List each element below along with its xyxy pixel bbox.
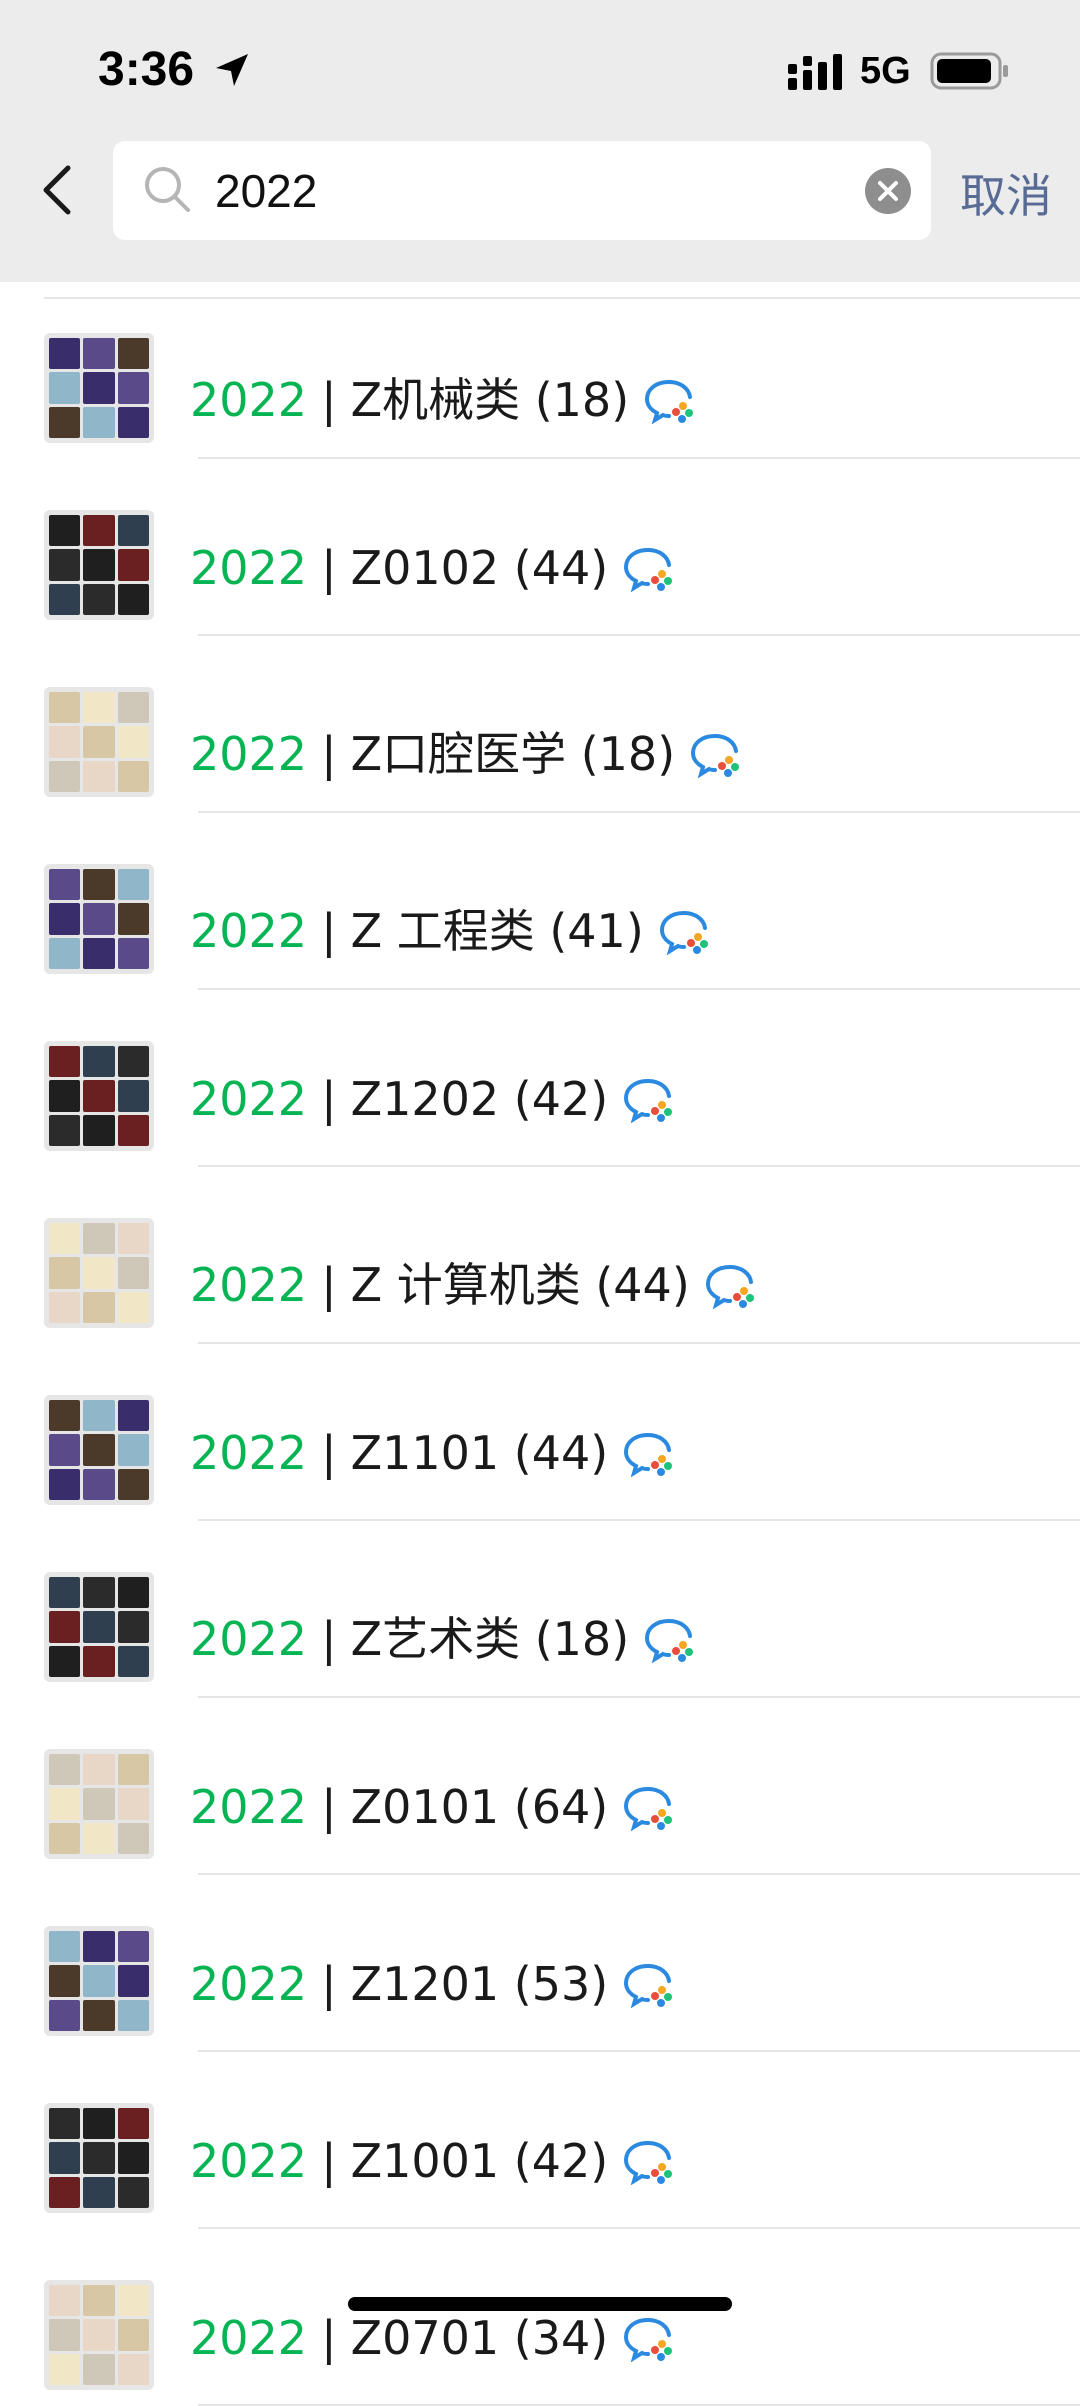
group-avatar (44, 864, 154, 974)
search-icon (145, 167, 190, 212)
wecom-icon (624, 1786, 673, 1831)
signal-icon (788, 54, 842, 90)
search-result-item[interactable]: 2022 | Z1202 (42) (0, 990, 1080, 1167)
title-separator: | (321, 1780, 337, 1834)
network-type: 5G (860, 50, 911, 92)
title-separator: | (321, 373, 337, 427)
result-title: 2022 | Z1001 (42) (190, 2134, 674, 2189)
result-title: 2022 | Z 计算机类 (44) (190, 1249, 756, 1315)
search-result-item[interactable]: 2022 | Z1101 (44) (0, 1344, 1080, 1521)
wecom-icon (624, 2317, 673, 2362)
wecom-icon (645, 379, 694, 424)
wecom-icon (624, 547, 673, 592)
query-highlight: 2022 (190, 1780, 308, 1834)
wecom-icon (705, 1264, 754, 1309)
result-title: 2022 | Z1201 (53) (190, 1957, 674, 2012)
search-box[interactable] (113, 141, 931, 240)
result-title: 2022 | Z0701 (34) (190, 2311, 674, 2366)
wecom-icon (659, 910, 708, 955)
search-result-item[interactable]: 2022 | Z 工程类 (41) (0, 813, 1080, 990)
wecom-icon (624, 2140, 673, 2185)
query-highlight: 2022 (190, 1258, 308, 1312)
search-result-item[interactable]: 2022 | Z 计算机类 (44) (0, 1167, 1080, 1344)
title-separator: | (321, 1072, 337, 1126)
result-title: 2022 | Z机械类 (18) (190, 364, 695, 430)
group-name: Z艺术类 (18) (350, 1612, 630, 1666)
title-separator: | (321, 2311, 337, 2365)
query-highlight: 2022 (190, 541, 308, 595)
query-highlight: 2022 (190, 2311, 308, 2365)
search-result-item[interactable]: 2022 | Z1201 (53) (0, 1875, 1080, 2052)
search-result-item[interactable]: 2022 | Z0701 (34) (0, 2229, 1080, 2406)
query-highlight: 2022 (190, 2134, 308, 2188)
group-name: Z1201 (53) (350, 1957, 609, 2011)
title-separator: | (321, 904, 337, 958)
search-result-item[interactable]: 2022 | Z1001 (42) (0, 2052, 1080, 2229)
query-highlight: 2022 (190, 1612, 308, 1666)
search-result-item[interactable]: 2022 | Z艺术类 (18) (0, 1521, 1080, 1698)
top-bar: 3:36 5G 取消 (0, 0, 1080, 282)
result-title: 2022 | Z口腔医学 (18) (190, 718, 741, 784)
group-avatar (44, 687, 154, 797)
search-result-item[interactable]: 2022 | Z机械类 (18) (0, 282, 1080, 459)
wecom-icon (624, 1963, 673, 2008)
group-avatar (44, 1395, 154, 1505)
back-button[interactable] (30, 150, 86, 230)
title-separator: | (321, 541, 337, 595)
group-avatar (44, 1041, 154, 1151)
group-name: Z1101 (44) (350, 1426, 609, 1480)
group-name: Z 工程类 (41) (350, 904, 644, 958)
query-highlight: 2022 (190, 373, 308, 427)
group-avatar (44, 2280, 154, 2390)
group-avatar (44, 2103, 154, 2213)
query-highlight: 2022 (190, 1072, 308, 1126)
cancel-button[interactable]: 取消 (960, 160, 1052, 226)
battery-icon (930, 52, 1008, 90)
result-title: 2022 | Z0102 (44) (190, 541, 674, 596)
group-name: Z1001 (42) (350, 2134, 609, 2188)
group-name: Z0102 (44) (350, 541, 609, 595)
group-avatar (44, 1749, 154, 1859)
group-avatar (44, 1926, 154, 2036)
group-name: Z1202 (42) (350, 1072, 609, 1126)
search-input[interactable] (215, 159, 815, 223)
group-avatar (44, 1572, 154, 1682)
search-result-item[interactable]: 2022 | Z0101 (64) (0, 1698, 1080, 1875)
group-avatar (44, 333, 154, 443)
status-time: 3:36 (98, 43, 195, 96)
query-highlight: 2022 (190, 1426, 308, 1480)
title-separator: | (321, 2134, 337, 2188)
wecom-icon (691, 733, 740, 778)
wecom-icon (645, 1618, 694, 1663)
search-result-item[interactable]: 2022 | Z0102 (44) (0, 459, 1080, 636)
group-name: Z 计算机类 (44) (350, 1258, 690, 1312)
group-name: Z0101 (64) (350, 1780, 609, 1834)
search-result-item[interactable]: 2022 | Z口腔医学 (18) (0, 636, 1080, 813)
clear-icon[interactable] (863, 166, 913, 216)
result-title: 2022 | Z0101 (64) (190, 1780, 674, 1835)
status-bar: 3:36 5G (0, 0, 1080, 130)
wecom-icon (624, 1432, 673, 1477)
group-name: Z0701 (34) (350, 2311, 609, 2365)
home-indicator (348, 2297, 732, 2311)
result-title: 2022 | Z 工程类 (41) (190, 895, 710, 961)
location-arrow-icon (216, 54, 248, 86)
result-title: 2022 | Z1202 (42) (190, 1072, 674, 1127)
group-avatar (44, 1218, 154, 1328)
result-title: 2022 | Z艺术类 (18) (190, 1603, 695, 1669)
title-separator: | (321, 727, 337, 781)
query-highlight: 2022 (190, 727, 308, 781)
title-separator: | (321, 1957, 337, 2011)
title-separator: | (321, 1612, 337, 1666)
wecom-icon (624, 1078, 673, 1123)
result-title: 2022 | Z1101 (44) (190, 1426, 674, 1481)
title-separator: | (321, 1426, 337, 1480)
group-name: Z机械类 (18) (350, 373, 630, 427)
group-name: Z口腔医学 (18) (350, 727, 676, 781)
group-avatar (44, 510, 154, 620)
query-highlight: 2022 (190, 1957, 308, 2011)
title-separator: | (321, 1258, 337, 1312)
query-highlight: 2022 (190, 904, 308, 958)
